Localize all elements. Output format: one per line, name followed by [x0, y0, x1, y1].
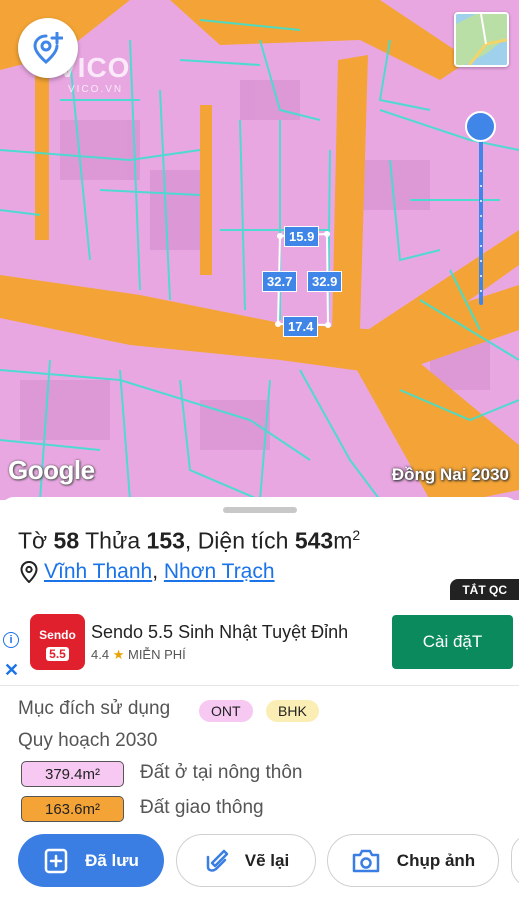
slider-tick [480, 230, 482, 232]
bookmark-add-icon [44, 848, 68, 873]
dimension-left: 32.7 [262, 271, 298, 292]
star-icon: ★ [112, 647, 125, 662]
plan-label: Quy hoạch 2030 [18, 730, 158, 751]
ad-app-name: Sendo 5.5 Sinh Nhật Tuyệt Đỉnh [91, 622, 349, 642]
district-link[interactable]: Nhơn Trạch [164, 560, 275, 583]
sheet-label: Tờ [18, 527, 48, 554]
zone-area-badge: 379.4m² [21, 761, 124, 787]
slider-tick [480, 245, 482, 247]
minimap-icon [456, 14, 507, 65]
app-root: VICO VICO.VN 15.9 32.7 32.9 17.4 Google … [0, 0, 519, 900]
location-pin-icon [20, 561, 38, 583]
dimension-right: 32.9 [307, 271, 343, 292]
parcel-label: Thửa [85, 527, 141, 554]
planning-layer-label: Đồng Nai 2030 [391, 465, 509, 484]
ad-price: MIỄN PHÍ [127, 647, 186, 662]
parcel-info-sheet: Tờ 58 Thửa 153, Diện tích 543m2 Vĩnh Tha… [0, 497, 519, 900]
slider-tick [480, 185, 482, 187]
saved-label: Đã lưu [85, 850, 139, 870]
opacity-slider-thumb[interactable] [465, 111, 496, 142]
ad-install-button[interactable]: Cài đặT [392, 615, 513, 669]
slider-tick [480, 215, 482, 217]
area-value: 543 [294, 527, 334, 554]
take-photo-label: Chụp ảnh [396, 850, 476, 870]
take-photo-button[interactable]: Chụp ảnh [327, 834, 499, 887]
ad-logo-text: Sendo [39, 628, 76, 642]
slider-tick [480, 260, 482, 262]
purpose-label: Mục đích sử dụng [18, 698, 171, 719]
disable-ads-button[interactable]: TẮT QC [450, 579, 519, 601]
dimension-top: 15.9 [284, 226, 320, 247]
area-exponent: 2 [352, 527, 361, 543]
google-logo: Google [8, 455, 95, 485]
redraw-label: Vẽ lại [244, 850, 290, 870]
parcel-location: Vĩnh Thanh, Nhơn Trạch [20, 560, 275, 584]
slider-tick [480, 200, 482, 202]
action-bar: Đã lưu Vẽ lại Chụp ảnh [0, 834, 519, 890]
add-location-button[interactable] [18, 18, 78, 78]
ad-app-meta: 4.4 ★ MIỄN PHÍ [91, 647, 186, 663]
ad-logo-badge: 5.5 [46, 647, 69, 661]
ad-banner[interactable]: i ✕ Sendo 5.5 Sendo 5.5 Sinh Nhật Tuyệt … [0, 600, 519, 686]
land-code-badge: BHK [266, 700, 319, 722]
redraw-button[interactable]: Vẽ lại [176, 834, 316, 887]
sheet-drag-handle[interactable] [223, 507, 297, 513]
more-actions-button[interactable] [511, 834, 519, 887]
slider-tick [480, 170, 482, 172]
ad-app-logo: Sendo 5.5 [30, 614, 85, 670]
draw-icon [206, 849, 229, 872]
add-location-icon [33, 32, 63, 64]
opacity-slider-track[interactable] [479, 130, 483, 305]
dimension-bottom: 17.4 [283, 316, 319, 337]
saved-button[interactable]: Đã lưu [18, 834, 164, 887]
land-code-badge: ONT [199, 700, 253, 722]
parcel-title: Tờ 58 Thửa 153, Diện tích 543m2 [18, 527, 361, 554]
parcel-number: 153 [146, 527, 185, 554]
slider-tick [480, 290, 482, 292]
minimap-thumbnail[interactable] [454, 12, 509, 67]
map-view[interactable]: VICO VICO.VN 15.9 32.7 32.9 17.4 Google … [0, 0, 519, 500]
commune-link[interactable]: Vĩnh Thanh [44, 560, 152, 583]
area-label: Diện tích [197, 527, 289, 554]
camera-icon [352, 849, 380, 872]
slider-tick [480, 275, 482, 277]
zone-name: Đất ở tại nông thôn [140, 762, 303, 783]
area-unit: m [333, 527, 353, 554]
watermark-subtext: VICO.VN [68, 84, 124, 95]
location-separator: , [152, 560, 159, 583]
sheet-number: 58 [53, 527, 80, 554]
ad-close-icon[interactable]: ✕ [4, 660, 19, 681]
zone-area-badge: 163.6m² [21, 796, 124, 822]
ad-info-icon[interactable]: i [3, 632, 19, 648]
ad-rating: 4.4 [91, 647, 110, 662]
zone-name: Đất giao thông [140, 797, 264, 818]
